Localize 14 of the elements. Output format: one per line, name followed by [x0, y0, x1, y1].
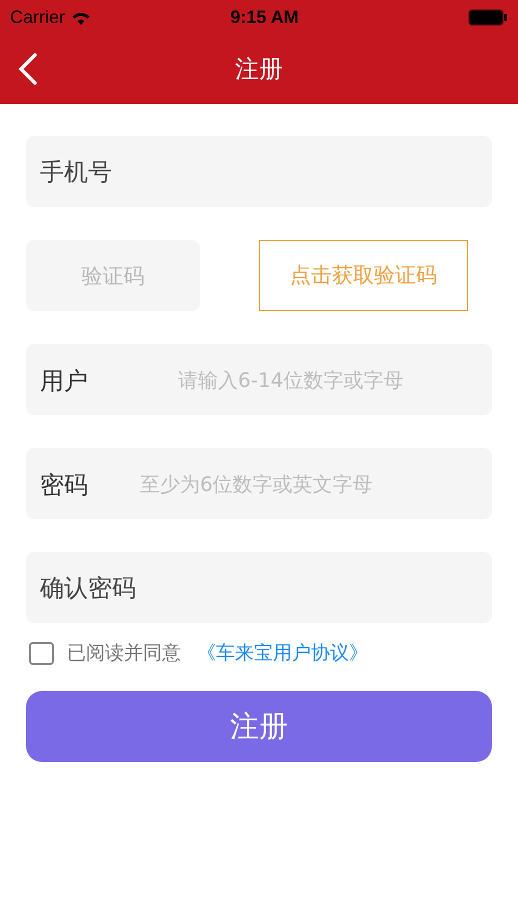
page-title: 注册 — [235, 54, 283, 85]
agreement-text: 已阅读并同意 — [67, 640, 181, 666]
clock-label: 9:15 AM — [230, 6, 299, 28]
field-label: 用户 — [40, 366, 88, 397]
register-button[interactable]: 注册 — [26, 691, 492, 762]
input-field[interactable]: 确认密码 — [26, 552, 492, 623]
field-label: 密码 — [40, 470, 88, 501]
agree-checkbox[interactable] — [29, 642, 54, 664]
agreement-link[interactable]: 《车来宝用户协议》 — [197, 638, 368, 668]
carrier-label: Carrier — [10, 6, 66, 28]
input-field[interactable]: 手机号 — [26, 136, 492, 207]
battery-icon — [468, 8, 508, 26]
code-field[interactable]: 验证码 — [26, 240, 200, 311]
get-code-button[interactable]: 点击获取验证码 — [259, 240, 468, 311]
